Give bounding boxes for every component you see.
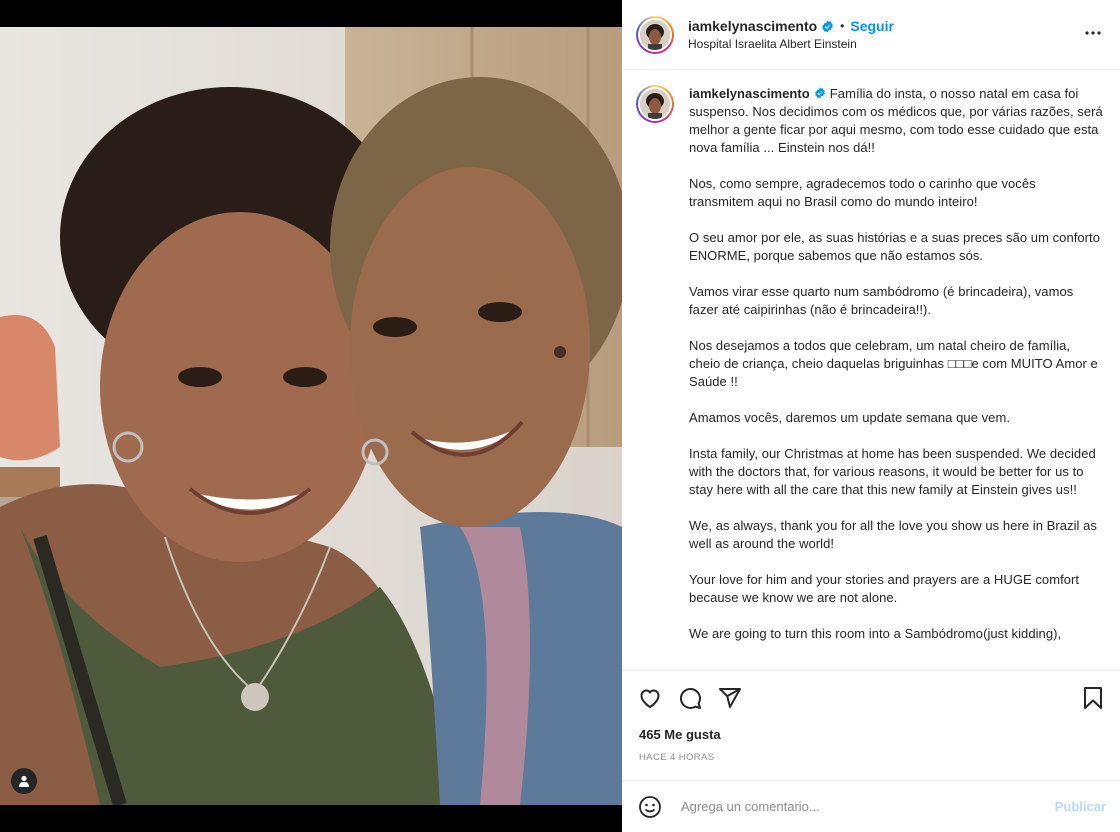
caption-text: iamkelynascimento Família do insta, o nos… [689,85,1104,643]
save-button[interactable] [1080,685,1106,711]
caption: iamkelynascimento Família do insta, o nos… [636,85,1104,643]
post-timestamp[interactable]: HACE 4 HORAS [639,752,715,763]
user-tag-icon [19,775,29,787]
comment-bar: Publicar [622,780,1120,832]
avatar-image [640,19,670,50]
separator-dot: • [840,19,845,33]
selfie-image [0,27,622,805]
follow-button[interactable]: Seguir [850,18,894,34]
caption-body: Família do insta, o nosso natal em casa … [689,86,1103,641]
comment-button[interactable] [677,685,703,711]
bookmark-icon [1084,687,1102,709]
post-header: iamkelynascimento • Seguir Hospital Isra… [622,0,1120,70]
more-options-button[interactable] [1084,24,1102,47]
emoji-button[interactable] [638,795,662,819]
verified-badge-icon [821,20,834,33]
publish-button[interactable]: Publicar [1055,799,1106,814]
emoji-icon [639,795,661,818]
like-button[interactable] [637,685,663,711]
post-media [0,0,622,832]
comment-icon [679,687,701,709]
caption-username[interactable]: iamkelynascimento [689,86,810,101]
comment-input[interactable] [679,798,1055,815]
caption-avatar[interactable] [636,85,674,123]
more-options-icon [1085,31,1101,35]
likes-count[interactable]: 465 Me gusta [639,727,721,742]
caption-scroll-area[interactable]: iamkelynascimento Família do insta, o nos… [622,71,1120,669]
username-link[interactable]: iamkelynascimento [688,18,817,34]
share-icon [719,688,741,708]
share-button[interactable] [717,685,743,711]
avatar[interactable] [636,15,674,54]
post-photo[interactable] [0,27,622,805]
heart-icon [640,689,660,709]
post-actions: 465 Me gusta HACE 4 HORAS [622,670,1120,780]
location-link[interactable]: Hospital Israelita Albert Einstein [688,37,894,51]
avatar-image [640,89,670,119]
verified-badge-icon [814,87,825,99]
user-tag-button[interactable] [11,768,37,794]
post-panel: iamkelynascimento • Seguir Hospital Isra… [622,0,1120,832]
